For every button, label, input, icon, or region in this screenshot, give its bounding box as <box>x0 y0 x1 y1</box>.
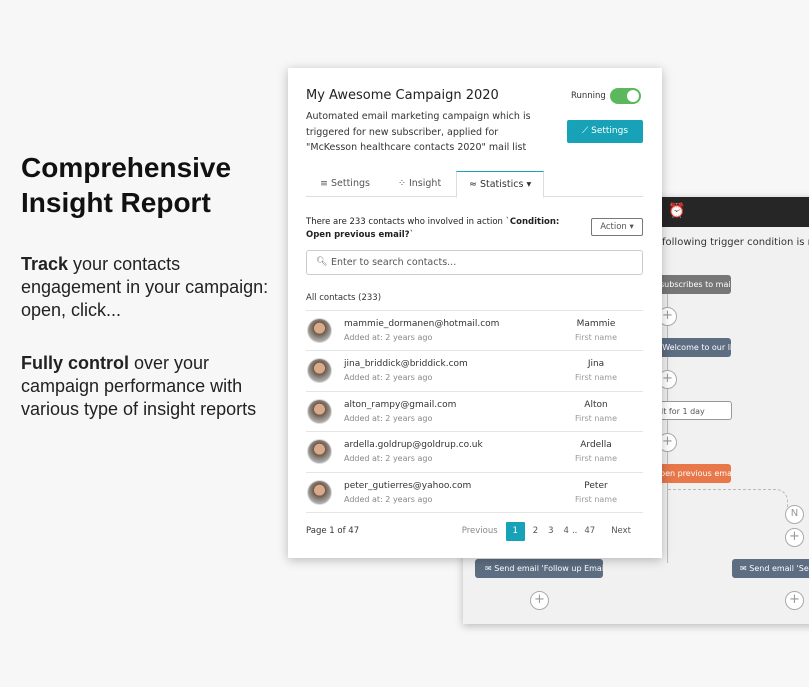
next-page-button[interactable]: Next <box>606 522 636 541</box>
chart-line-icon: ⟋ <box>581 126 592 136</box>
trigger-text: following trigger condition is met <box>662 237 809 248</box>
campaign-card: My Awesome Campaign 2020 Automated email… <box>288 68 662 558</box>
contact-first-name: Alton <box>584 399 608 410</box>
search-input[interactable]: 🔍︎ Enter to search contacts... <box>306 250 643 275</box>
contact-email[interactable]: peter_gutierres@yahoo.com <box>344 481 471 491</box>
insight-icon: ⁘ <box>398 178 409 189</box>
contact-added-at: Added at: 2 years ago <box>344 494 433 504</box>
all-contacts-count: All contacts (233) <box>306 293 382 303</box>
mail-icon: ✉ <box>740 564 750 573</box>
contact-first-name: Mammie <box>576 319 616 329</box>
avatar <box>307 318 332 343</box>
list-icon: ≡ <box>320 178 331 189</box>
pagination: Previous 1 2 3 4 .. 47 Next <box>457 522 636 541</box>
contact-email[interactable]: mammie_dormanen@hotmail.com <box>344 319 499 329</box>
page-button-3[interactable]: 3 <box>543 522 558 541</box>
statistics-icon: ≈ <box>469 179 480 190</box>
contact-email[interactable]: jina_briddick@briddick.com <box>344 359 468 369</box>
page-button-47[interactable]: 47 <box>579 522 600 541</box>
contact-email[interactable]: ardella.goldrup@goldrup.co.uk <box>344 440 483 450</box>
caret-down-icon: ▾ <box>523 179 532 190</box>
flow-node-follow-up-email[interactable]: ✉ Send email 'Follow up Email' <box>475 559 603 578</box>
contact-added-at: Added at: 2 years ago <box>344 454 433 464</box>
contact-added-at: Added at: 2 years ago <box>344 333 433 342</box>
status-label: Running <box>571 91 606 101</box>
contact-field-label: First name <box>574 373 618 383</box>
promo-heading: Comprehensive Insight Report <box>21 152 232 218</box>
caret-down-icon: ▾ <box>626 222 634 232</box>
branch-connector <box>668 489 788 507</box>
contact-email[interactable]: alton_rampy@gmail.com <box>344 400 456 410</box>
promo-paragraph-track: Track your contacts engagement in your c… <box>21 254 269 320</box>
settings-button[interactable]: ⟋ Settings <box>567 120 643 143</box>
add-step-icon[interactable]: + <box>785 528 804 547</box>
avatar <box>307 398 332 424</box>
page-button-2[interactable]: 2 <box>528 522 543 541</box>
contact-added-at: Added at: 2 years ago <box>344 413 433 423</box>
previous-page-button[interactable]: Previous <box>457 522 503 541</box>
add-step-icon[interactable]: + <box>785 591 804 610</box>
avatar <box>307 358 332 384</box>
page-button-1[interactable]: 1 <box>505 522 525 541</box>
promo-paragraph-control: Fully control over your campaign perform… <box>21 353 257 419</box>
running-toggle[interactable] <box>610 88 641 104</box>
contact-list: mammie_dormanen@hotmail.com Added at: 2 y… <box>306 310 643 513</box>
contact-field-label: First name <box>574 454 618 464</box>
contact-row[interactable]: ardella.goldrup@goldrup.co.uk Added at: 2… <box>306 432 643 473</box>
contact-first-name: Jina <box>587 359 605 370</box>
pagination-ellipsis: .. <box>571 526 578 536</box>
tab-insight[interactable]: ⁘ Insight <box>398 171 441 197</box>
mail-icon: ✉ <box>485 564 495 573</box>
action-dropdown-button[interactable]: Action ▾ <box>591 218 643 236</box>
avatar <box>307 479 332 505</box>
tab-settings[interactable]: ≡ Settings <box>320 171 370 197</box>
tab-statistics[interactable]: ≈ Statistics ▾ <box>456 171 545 198</box>
contact-added-at: Added at: 2 years ago <box>344 373 433 383</box>
contact-first-name: Ardella <box>580 440 612 451</box>
contact-row[interactable]: mammie_dormanen@hotmail.com Added at: 2 y… <box>306 311 643 352</box>
contact-row[interactable]: peter_gutierres@yahoo.com Added at: 2 yea… <box>306 473 643 513</box>
contact-row[interactable]: jina_briddick@briddick.com Added at: 2 ye… <box>306 351 643 392</box>
contact-field-label: First name <box>574 333 618 342</box>
contact-field-label: First name <box>574 494 618 504</box>
branch-no-label: N <box>785 505 804 524</box>
campaign-description: Automated email marketing campaign which… <box>306 111 531 153</box>
flow-node-send-email[interactable]: ✉ Send email 'Send F <box>732 559 809 578</box>
contact-first-name: Peter <box>584 480 608 491</box>
search-icon: 🔍︎ <box>316 257 328 267</box>
campaign-title: My Awesome Campaign 2020 <box>306 88 499 103</box>
tab-bar: ≡ Settings ⁘ Insight ≈ Statistics ▾ <box>306 171 643 198</box>
avatar <box>307 439 332 465</box>
page-button-4[interactable]: 4 <box>559 522 570 541</box>
contact-field-label: First name <box>574 413 618 423</box>
alarm-clock-icon: ⏰ <box>668 203 686 219</box>
add-step-icon[interactable]: + <box>530 591 549 610</box>
promo-text: Comprehensive Insight Report Track your … <box>21 150 271 421</box>
contact-row[interactable]: alton_rampy@gmail.com Added at: 2 years a… <box>306 392 643 433</box>
page-info: Page 1 of 47 <box>306 526 360 536</box>
action-info-text: There are 233 contacts who involved in a… <box>306 217 560 240</box>
